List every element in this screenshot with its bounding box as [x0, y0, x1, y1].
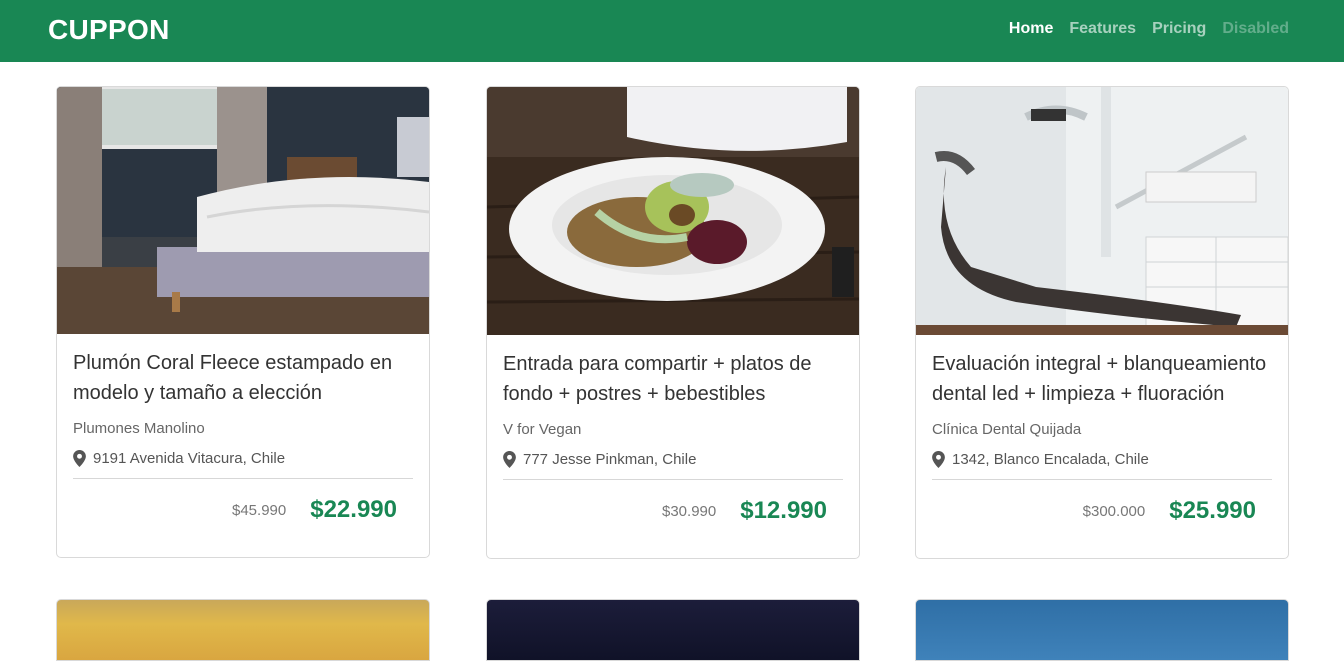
deal-title[interactable]: Entrada para compartir + platos de fondo… [503, 349, 843, 409]
location-text: 9191 Avenida Vitacura, Chile [93, 449, 286, 467]
deal-card-image-partial[interactable] [56, 599, 430, 661]
original-price: $45.990 [232, 501, 287, 519]
nav-disabled: Disabled [1222, 20, 1289, 37]
deal-price: $25.990 [1169, 497, 1256, 524]
price-row: $45.990 $22.990 [73, 479, 413, 525]
nav-pricing[interactable]: Pricing [1152, 20, 1206, 38]
price-row: $30.990 $12.990 [503, 480, 843, 526]
vegan-dish-photo[interactable] [487, 87, 859, 335]
nav-home[interactable]: Home [1009, 20, 1053, 38]
map-marker-icon [73, 449, 86, 467]
deal-card-image-partial[interactable] [915, 599, 1289, 661]
nav-features[interactable]: Features [1069, 20, 1136, 38]
bedroom-photo[interactable] [57, 87, 429, 334]
deal-location: 777 Jesse Pinkman, Chile [503, 449, 843, 469]
merchant-name: Plumones Manolino [73, 420, 205, 437]
merchant-name: V for Vegan [503, 421, 582, 438]
deal-title[interactable]: Plumón Coral Fleece estampado en modelo … [73, 348, 413, 408]
location-text: 777 Jesse Pinkman, Chile [523, 450, 697, 468]
deal-card[interactable]: Entrada para compartir + platos de fondo… [486, 86, 860, 559]
deal-title[interactable]: Evaluación integral + blanqueamiento den… [932, 349, 1272, 409]
brand-logo[interactable]: CUPPON [48, 14, 170, 46]
original-price: $300.000 [1082, 502, 1146, 520]
map-marker-icon [503, 450, 516, 468]
deal-card[interactable]: Evaluación integral + blanqueamiento den… [915, 86, 1289, 559]
navbar: CUPPON Home Features Pricing Disabled [0, 0, 1344, 62]
deal-price: $22.990 [310, 496, 397, 523]
location-text: 1342, Blanco Encalada, Chile [952, 450, 1149, 468]
deal-location: 9191 Avenida Vitacura, Chile [73, 448, 413, 468]
original-price: $30.990 [662, 502, 717, 520]
nav-links: Home Features Pricing Disabled [1009, 20, 1289, 38]
map-marker-icon [932, 450, 945, 468]
deal-location: 1342, Blanco Encalada, Chile [932, 449, 1272, 469]
merchant-name: Clínica Dental Quijada [932, 421, 1082, 438]
dental-chair-photo[interactable] [916, 87, 1288, 335]
deal-card[interactable]: Plumón Coral Fleece estampado en modelo … [56, 86, 430, 558]
deal-card-image-partial[interactable] [486, 599, 860, 661]
price-row: $300.000 $25.990 [932, 480, 1272, 526]
deal-price: $12.990 [740, 497, 827, 524]
